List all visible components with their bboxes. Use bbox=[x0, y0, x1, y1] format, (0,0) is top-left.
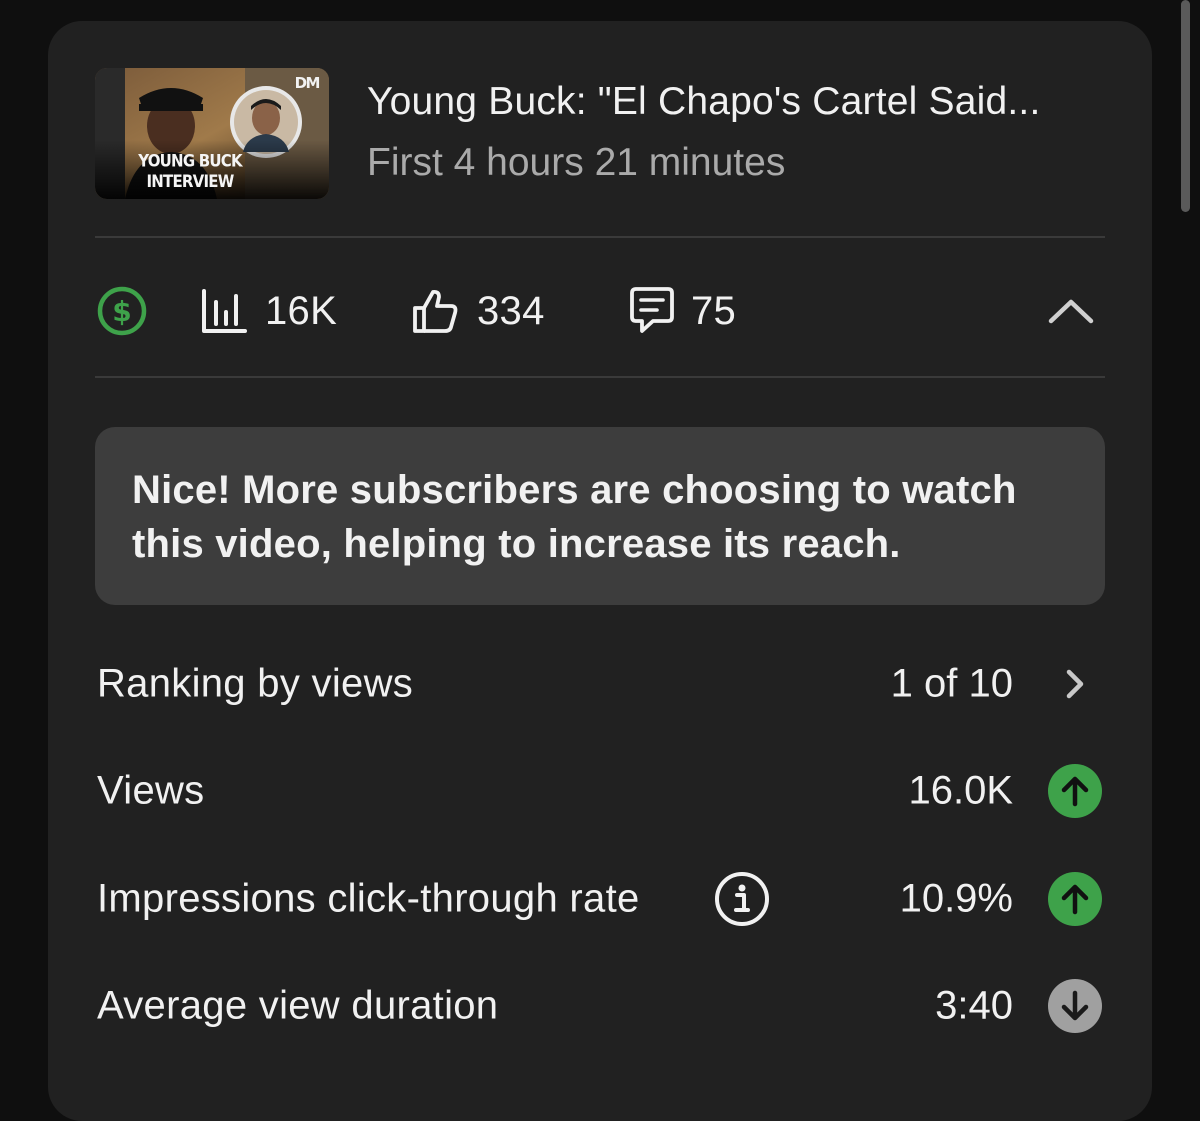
arrow-down-icon bbox=[1047, 978, 1103, 1034]
chevron-up-icon bbox=[1048, 299, 1094, 324]
video-time-window: First 4 hours 21 minutes bbox=[367, 141, 786, 184]
divider bbox=[95, 236, 1105, 238]
metric-row-ctr[interactable]: Impressions click-through rate 10.9% bbox=[95, 866, 1105, 932]
comments-stat[interactable]: 75 bbox=[627, 279, 736, 343]
thumbnail-caption: YOUNG BUCK INTERVIEW bbox=[138, 150, 242, 192]
metric-row-ranking[interactable]: Ranking by views 1 of 10 bbox=[95, 651, 1105, 717]
metric-value: 10.9% bbox=[899, 876, 1013, 921]
video-title[interactable]: Young Buck: "El Chapo's Cartel Said... bbox=[367, 80, 1041, 124]
divider bbox=[95, 376, 1105, 378]
metric-label: Ranking by views bbox=[97, 661, 414, 706]
views-count: 16K bbox=[265, 288, 338, 333]
info-icon[interactable] bbox=[713, 870, 771, 928]
metric-label: Average view duration bbox=[97, 983, 499, 1028]
views-stat[interactable]: 16K bbox=[201, 279, 337, 343]
scrollbar[interactable] bbox=[1181, 0, 1190, 212]
bar-chart-icon bbox=[202, 289, 247, 333]
comments-count: 75 bbox=[691, 288, 737, 333]
likes-count: 334 bbox=[477, 288, 545, 333]
metric-row-avg-duration[interactable]: Average view duration 3:40 bbox=[95, 973, 1105, 1039]
thumbs-up-icon bbox=[413, 289, 458, 333]
likes-stat[interactable]: 334 bbox=[411, 279, 545, 343]
video-thumbnail[interactable]: DM YOUNG BUCK INTERVIEW bbox=[95, 68, 329, 199]
video-header[interactable]: DM YOUNG BUCK INTERVIEW Young Buck: "El … bbox=[95, 68, 1115, 200]
metric-value: 1 of 10 bbox=[890, 661, 1013, 706]
arrow-up-icon bbox=[1047, 871, 1103, 927]
video-analytics-card: DM YOUNG BUCK INTERVIEW Young Buck: "El … bbox=[48, 21, 1152, 1121]
collapse-button[interactable] bbox=[1045, 285, 1097, 337]
channel-logo: DM bbox=[294, 74, 321, 92]
stats-row: $ 16K 334 75 bbox=[95, 279, 1105, 343]
metric-row-views[interactable]: Views 16.0K bbox=[95, 758, 1105, 824]
metric-value: 3:40 bbox=[935, 983, 1013, 1028]
svg-text:$: $ bbox=[112, 295, 131, 328]
metric-label: Impressions click-through rate bbox=[97, 876, 640, 921]
dollar-circle-icon: $ bbox=[97, 286, 147, 336]
chevron-right-icon[interactable] bbox=[1047, 656, 1103, 712]
monetization-status[interactable]: $ bbox=[96, 279, 148, 343]
arrow-up-icon bbox=[1047, 763, 1103, 819]
insight-message: Nice! More subscribers are choosing to w… bbox=[95, 427, 1105, 605]
metric-value: 16.0K bbox=[908, 768, 1013, 813]
metric-label: Views bbox=[97, 768, 205, 813]
insight-text: Nice! More subscribers are choosing to w… bbox=[132, 468, 1017, 566]
comment-icon bbox=[630, 287, 674, 333]
